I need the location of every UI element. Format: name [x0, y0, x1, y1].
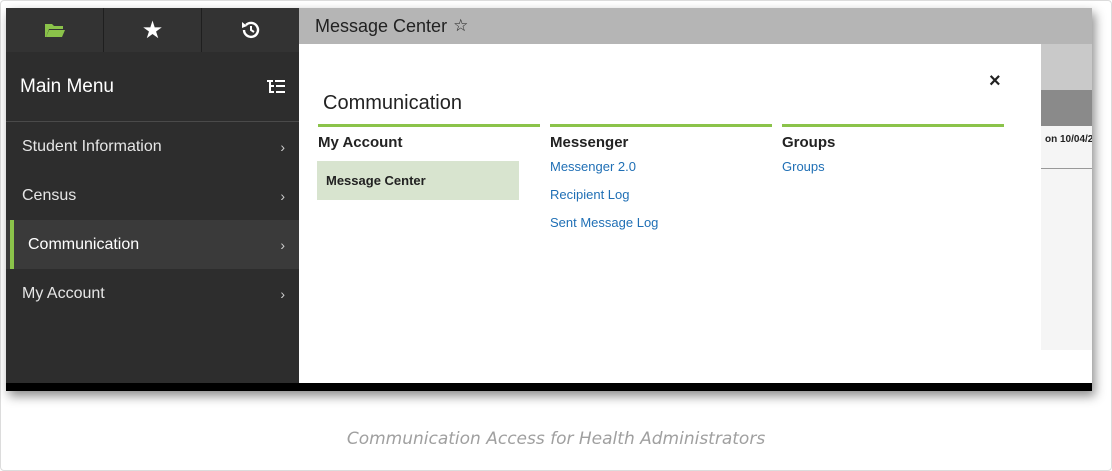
column-divider	[550, 124, 772, 127]
column-divider	[318, 124, 540, 127]
screenshot: ★ Main Menu Student Information › Census…	[6, 8, 1092, 391]
sidebar-item-communication[interactable]: Communication ›	[6, 220, 299, 269]
menu-link-message-center[interactable]: Message Center	[317, 161, 519, 200]
chevron-right-icon: ›	[280, 285, 285, 302]
history-tab[interactable]	[202, 8, 299, 52]
favorites-tab[interactable]: ★	[104, 8, 202, 52]
panel-title: Communication	[323, 92, 462, 114]
chevron-right-icon: ›	[280, 138, 285, 155]
sidebar-item-label: Communication	[28, 235, 140, 253]
menu-link-recipient-log[interactable]: Recipient Log	[550, 187, 772, 215]
background-divider	[1041, 168, 1092, 169]
menu-link-sent-message-log[interactable]: Sent Message Log	[550, 215, 772, 243]
sidebar: ★ Main Menu Student Information › Census…	[6, 8, 299, 383]
sidebar-item-label: My Account	[22, 284, 105, 302]
background-table-header	[1041, 90, 1092, 126]
menu-link-messenger-2[interactable]: Messenger 2.0	[550, 159, 772, 187]
column-messenger: Messenger Messenger 2.0 Recipient Log Se…	[550, 124, 772, 243]
main-area: Message Center ☆ on 10/04/20 × Communica…	[299, 8, 1092, 383]
sidebar-item-label: Student Information	[22, 137, 162, 155]
sidebar-item-student-information[interactable]: Student Information ›	[6, 122, 299, 171]
sidebar-item-census[interactable]: Census ›	[6, 171, 299, 220]
main-menu-header: Main Menu	[6, 52, 299, 122]
column-heading: Groups	[782, 134, 836, 151]
chevron-right-icon: ›	[280, 187, 285, 204]
folder-tab[interactable]	[6, 8, 104, 52]
column-divider	[782, 124, 1004, 127]
star-icon: ★	[141, 16, 164, 44]
chevron-right-icon: ›	[280, 236, 285, 253]
folder-icon	[44, 24, 65, 37]
sidebar-item-my-account[interactable]: My Account ›	[6, 269, 299, 318]
top-icon-bar: ★	[6, 8, 299, 52]
column-heading: Messenger	[550, 134, 629, 151]
page-title: Message Center	[315, 15, 448, 36]
column-heading: My Account	[318, 134, 403, 151]
column-my-account: My Account	[318, 124, 540, 159]
menu-tree-icon[interactable]	[267, 79, 285, 95]
background-fragment-text: on 10/04/20	[1045, 134, 1092, 145]
page-title-bar: Message Center ☆	[299, 8, 1092, 44]
history-icon	[241, 21, 259, 39]
favorite-star-icon[interactable]: ☆	[453, 16, 468, 36]
main-menu-title: Main Menu	[20, 75, 114, 97]
column-groups: Groups Groups	[782, 124, 1004, 187]
close-icon[interactable]: ×	[989, 70, 1001, 93]
figure-caption: Communication Access for Health Administ…	[346, 429, 766, 449]
menu-link-groups[interactable]: Groups	[782, 159, 1004, 187]
background-page-body	[1041, 126, 1092, 350]
sidebar-item-label: Census	[22, 186, 77, 204]
communication-menu-panel: × Communication My Account Message Cente…	[299, 44, 1036, 383]
